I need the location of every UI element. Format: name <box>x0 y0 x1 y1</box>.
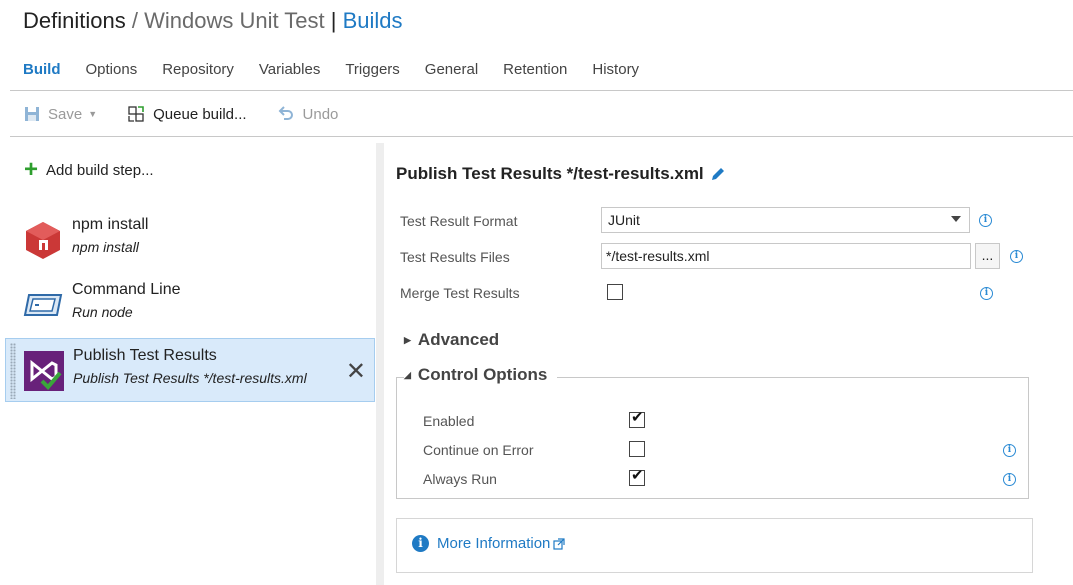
info-circle-icon: i <box>412 535 429 552</box>
tab-variables[interactable]: Variables <box>259 61 320 78</box>
drag-handle[interactable] <box>10 343 16 399</box>
undo-button[interactable]: Undo <box>277 105 339 123</box>
info-icon[interactable]: i <box>979 214 992 227</box>
tab-options[interactable]: Options <box>86 61 138 78</box>
more-information-label: More Information <box>437 535 551 552</box>
test-result-format-select[interactable]: JUnit <box>601 207 970 233</box>
task-title-text: Publish Test Results */test-results.xml <box>396 164 704 183</box>
build-step-command-line[interactable]: Command Line Run node <box>5 273 375 337</box>
test-result-format-value: JUnit <box>608 212 640 228</box>
queue-build-icon <box>128 106 144 122</box>
always-run-label: Always Run <box>423 471 497 487</box>
continue-on-error-label: Continue on Error <box>423 442 534 458</box>
npm-icon <box>26 222 60 259</box>
tabs-divider <box>10 90 1073 91</box>
merge-test-results-label: Merge Test Results <box>400 285 520 301</box>
definition-name: Windows Unit Test <box>144 8 325 33</box>
checkmark-icon: ✔ <box>631 409 644 426</box>
step-name: Publish Test Results <box>73 347 217 364</box>
info-icon[interactable]: i <box>1003 473 1016 486</box>
pane-splitter[interactable] <box>376 143 384 585</box>
build-steps-pane: + Add build step... npm install npm inst… <box>0 143 376 585</box>
plus-icon: + <box>24 156 39 183</box>
test-results-files-value: */test-results.xml <box>606 248 710 264</box>
control-options-group: Enabled ✔ Continue on Error i Always Run… <box>396 377 1029 499</box>
info-icon[interactable]: i <box>1010 250 1023 263</box>
build-step-publish-test-results[interactable]: Publish Test Results Publish Test Result… <box>5 338 375 402</box>
queue-build-button[interactable]: Queue build... <box>127 105 247 123</box>
page-title: Definitions / Windows Unit Test | Builds <box>23 8 403 34</box>
tab-history[interactable]: History <box>592 61 639 78</box>
definition-tabs: Build Options Repository Variables Trigg… <box>23 61 664 78</box>
step-name: npm install <box>72 216 149 233</box>
more-information-link[interactable]: i More Information <box>412 535 565 552</box>
visual-studio-test-icon <box>24 351 64 391</box>
save-label: Save <box>48 105 83 123</box>
more-information-panel: i More Information <box>396 518 1033 573</box>
expand-arrow-icon: ▶ <box>404 334 411 345</box>
advanced-section-toggle[interactable]: ▶ Advanced <box>404 330 499 350</box>
remove-step-icon[interactable]: ✕ <box>346 357 366 386</box>
chevron-down-icon: ▼ <box>88 109 98 119</box>
always-run-checkbox[interactable]: ✔ <box>629 467 645 486</box>
save-icon <box>25 107 39 121</box>
tab-triggers[interactable]: Triggers <box>345 61 399 78</box>
task-details-pane: Publish Test Results */test-results.xml … <box>396 143 1073 585</box>
enabled-checkbox[interactable]: ✔ <box>629 409 645 428</box>
tab-general[interactable]: General <box>425 61 478 78</box>
step-name: Command Line <box>72 281 181 298</box>
test-results-files-label: Test Results Files <box>400 249 510 265</box>
advanced-label: Advanced <box>417 330 500 349</box>
breadcrumb-separator: / <box>131 8 138 33</box>
task-title: Publish Test Results */test-results.xml <box>396 164 726 184</box>
command-line-icon <box>23 294 63 316</box>
undo-label: Undo <box>302 105 339 123</box>
test-result-format-label: Test Result Format <box>400 213 518 229</box>
title-divider: | <box>330 8 337 33</box>
breadcrumb-definitions[interactable]: Definitions <box>23 8 126 33</box>
checkmark-icon: ✔ <box>631 467 644 484</box>
external-link-icon <box>553 537 565 550</box>
toolbar-divider <box>10 136 1073 137</box>
test-results-files-input[interactable]: */test-results.xml <box>601 243 971 269</box>
undo-icon <box>278 106 293 120</box>
dropdown-arrow-icon <box>951 216 961 222</box>
tab-retention[interactable]: Retention <box>503 61 567 78</box>
merge-test-results-checkbox[interactable] <box>607 284 623 300</box>
add-build-step-button[interactable]: + Add build step... <box>24 156 154 183</box>
enabled-label: Enabled <box>423 413 475 429</box>
info-icon[interactable]: i <box>980 287 993 300</box>
control-options-label: Control Options <box>417 365 548 384</box>
builds-link[interactable]: Builds <box>343 8 403 33</box>
queue-build-label: Queue build... <box>153 105 247 123</box>
control-options-toggle[interactable]: ◢ Control Options <box>404 365 558 385</box>
build-step-npm-install[interactable]: npm install npm install <box>5 208 375 272</box>
edit-pencil-icon[interactable] <box>710 166 726 182</box>
toolbar: Save ▼ Queue build... Undo <box>24 105 368 123</box>
tab-repository[interactable]: Repository <box>162 61 234 78</box>
step-description: npm install <box>72 239 139 255</box>
tab-build[interactable]: Build <box>23 61 61 78</box>
collapse-arrow-icon: ◢ <box>404 369 411 380</box>
info-icon[interactable]: i <box>1003 444 1016 457</box>
browse-button[interactable]: ... <box>975 243 1000 269</box>
add-build-step-label: Add build step... <box>46 161 154 179</box>
continue-on-error-checkbox[interactable] <box>629 441 645 457</box>
step-description: Run node <box>72 304 133 320</box>
save-button[interactable]: Save ▼ <box>24 106 97 123</box>
step-description: Publish Test Results */test-results.xml <box>73 370 307 386</box>
